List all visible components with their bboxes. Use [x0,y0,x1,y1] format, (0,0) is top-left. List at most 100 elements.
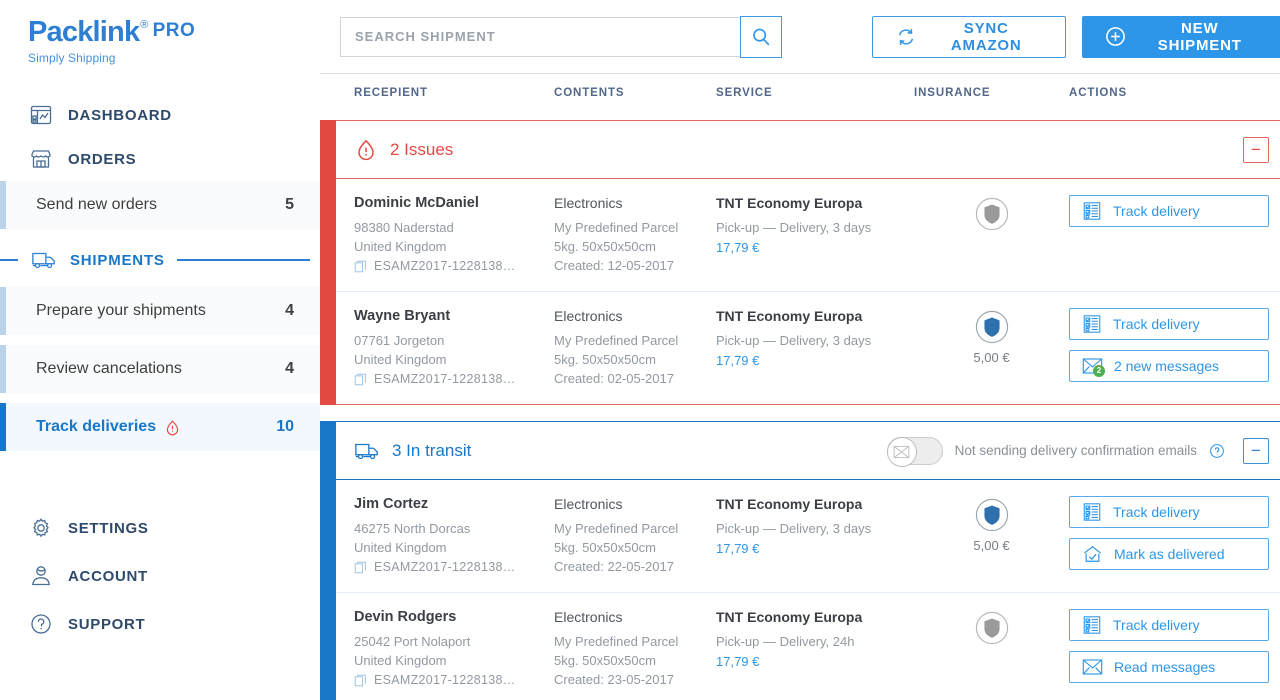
recipient-country: United Kingdom [354,653,447,668]
table-row[interactable]: Dominic McDaniel 98380 Naderstad United … [336,179,1280,292]
cell-service: TNT Economy Europa Pick-up — Delivery, 2… [716,609,914,689]
action-label: Track delivery [1113,617,1200,633]
new-messages-button[interactable]: 2 2 new messages [1069,350,1269,382]
insurance-value: 5,00 € [973,538,1010,553]
table-row[interactable]: Devin Rodgers 25042 Port Nolaport United… [336,593,1280,700]
column-header-insurance: INSURANCE [914,87,991,99]
parcel-dimensions: 5kg. 50x50x50cm [554,540,656,555]
sidebar-item-send-new-orders[interactable]: Send new orders 5 [0,181,320,229]
recipient-name: Dominic McDaniel [354,195,479,211]
copy-icon [354,373,367,386]
collapse-button[interactable]: − [1243,136,1269,163]
truck-icon [30,247,58,273]
search-button[interactable] [740,15,782,58]
copy-icon [354,260,367,273]
sidebar-item-label: ACCOUNT [68,567,148,585]
group-title: 3 In transit [354,440,471,462]
sync-amazon-button[interactable]: SYNC AMAZON [872,15,1067,58]
brand-logo[interactable]: Packlink ® PRO Simply Shipping [0,0,320,66]
action-label: 2 new messages [1114,358,1220,374]
sidebar-item-track-deliveries[interactable]: Track deliveries 10 [0,403,320,451]
app-root: Packlink® PRO Simply Shipping DASHBOARD [0,0,1280,700]
sidebar-item-orders[interactable]: ORDERS [0,137,320,181]
recipient-name: Jim Cortez [354,496,429,512]
sidebar-item-dashboard[interactable]: DASHBOARD [0,93,320,137]
delivery-confirmation-toggle[interactable] [886,436,943,467]
service-price: 17,79 € [716,353,760,368]
parcel-type: My Predefined Parcel [554,220,679,235]
question-circle-icon[interactable] [1209,443,1225,459]
new-shipment-label: NEW SHIPMENT [1157,19,1242,54]
cell-service: TNT Economy Europa Pick-up — Delivery, 3… [716,308,914,388]
toggle-label: Not sending delivery confirmation emails [954,443,1197,458]
sidebar-section-label: SHIPMENTS [70,251,165,269]
sidebar-item-review-cancelations[interactable]: Review cancelations 4 [0,345,320,393]
shield-icon[interactable] [975,310,1009,344]
main-content: SYNC AMAZON NEW SHIPMENT RECEPIENT CONTE… [320,0,1280,700]
brand-name: Packlink [28,16,140,48]
reference-row[interactable]: ESAMZ2017-1228138… [354,560,550,574]
shield-icon[interactable] [975,197,1009,231]
service-detail: Pick-up — Delivery, 3 days [716,220,872,235]
parcel-dimensions: 5kg. 50x50x50cm [554,653,656,668]
read-messages-button[interactable]: Read messages [1069,651,1269,683]
parcel-dimensions: 5kg. 50x50x50cm [554,352,656,367]
cell-recipient: Wayne Bryant 07761 Jorgeton United Kingd… [354,308,554,388]
cell-service: TNT Economy Europa Pick-up — Delivery, 3… [716,195,914,275]
track-delivery-button[interactable]: Track delivery [1069,308,1269,340]
created-date: Created: 22-05-2017 [554,559,674,574]
brand-tagline: Simply Shipping [28,51,116,65]
cell-contents: Electronics My Predefined Parcel 5kg. 50… [554,308,716,388]
sidebar-item-label: DASHBOARD [68,106,172,124]
group-title-label: 2 Issues [390,139,454,159]
checklist-icon [1082,314,1102,334]
envelope-icon: 2 [1082,357,1105,377]
recipient-name: Wayne Bryant [354,308,451,324]
reference-row[interactable]: ESAMZ2017-1228138… [354,259,550,273]
divider-right [176,259,310,261]
group-header: 2 Issues − [336,121,1280,179]
message-count-badge: 2 [1093,365,1105,377]
shield-icon[interactable] [975,611,1009,645]
shield-icon[interactable] [975,498,1009,532]
table-row[interactable]: Jim Cortez 46275 North Dorcas United Kin… [336,480,1280,593]
sidebar-item-settings[interactable]: SETTINGS [0,504,320,552]
email-confirmation-toggle-area: Not sending delivery confirmation emails [886,436,1225,467]
sidebar-bottom-nav: SETTINGS ACCOUNT SUPPORT [0,504,320,648]
sidebar-item-account[interactable]: ACCOUNT [0,552,320,600]
checklist-icon [1082,201,1102,221]
user-icon [28,563,54,589]
service-detail: Pick-up — Delivery, 24h [716,634,855,649]
sidebar-item-label: SETTINGS [68,519,149,537]
service-price: 17,79 € [716,654,760,669]
reference-text: ESAMZ2017-1228138… [374,673,516,687]
reference-row[interactable]: ESAMZ2017-1228138… [354,372,550,386]
recipient-address: 25042 Port Nolaport [354,634,471,649]
toggle-knob [886,436,917,467]
group-header: 3 In transit Not sending delivery confir… [336,422,1280,480]
sidebar-item-label: Review cancelations [36,360,182,377]
mark-as-delivered-button[interactable]: Mark as delivered [1069,538,1269,570]
reference-row[interactable]: ESAMZ2017-1228138… [354,673,550,687]
recipient-address: 07761 Jorgeton [354,333,445,348]
alert-icon [164,419,181,436]
created-date: Created: 23-05-2017 [554,672,674,687]
cell-insurance: 5,00 € [914,308,1069,388]
sidebar-item-support[interactable]: SUPPORT [0,600,320,648]
collapse-button[interactable]: − [1243,437,1269,464]
new-shipment-button[interactable]: NEW SHIPMENT [1082,15,1280,58]
checklist-icon [1082,502,1102,522]
reference-text: ESAMZ2017-1228138… [374,259,516,273]
track-delivery-button[interactable]: Track delivery [1069,609,1269,641]
recipient-country: United Kingdom [354,540,447,555]
table-row[interactable]: Wayne Bryant 07761 Jorgeton United Kingd… [336,292,1280,404]
track-delivery-button[interactable]: Track delivery [1069,496,1269,528]
cell-recipient: Jim Cortez 46275 North Dorcas United Kin… [354,496,554,576]
track-delivery-button[interactable]: Track delivery [1069,195,1269,227]
contents-title: Electronics [554,195,623,211]
sidebar-item-prepare-your-shipments[interactable]: Prepare your shipments 4 [0,287,320,335]
reference-text: ESAMZ2017-1228138… [374,372,516,386]
search-icon [750,26,772,48]
sidebar-item-label: Prepare your shipments [36,302,206,319]
search-input[interactable] [340,16,740,57]
